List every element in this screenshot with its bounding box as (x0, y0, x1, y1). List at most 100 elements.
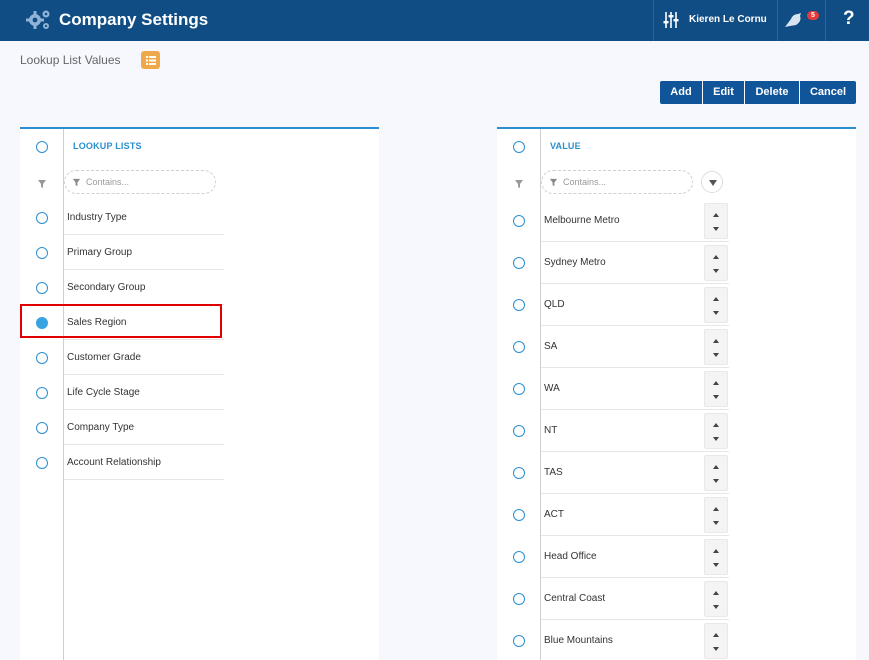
list-icon[interactable] (141, 51, 160, 69)
list-item[interactable]: Account Relationship (20, 445, 379, 480)
chevron-down-icon[interactable] (713, 269, 719, 273)
row-radio[interactable] (513, 215, 525, 227)
reorder-control[interactable] (704, 287, 728, 323)
row-radio[interactable] (513, 467, 525, 479)
chevron-down-icon[interactable] (713, 605, 719, 609)
list-item-label: Central Coast (544, 593, 606, 604)
chevron-down-icon[interactable] (713, 227, 719, 231)
list-item[interactable]: Blue Mountains (497, 620, 856, 660)
row-radio[interactable] (513, 593, 525, 605)
chevron-up-icon[interactable] (713, 423, 719, 427)
cancel-button[interactable]: Cancel (800, 81, 856, 104)
chevron-up-icon[interactable] (713, 381, 719, 385)
list-item[interactable]: NT (497, 410, 856, 452)
help-icon[interactable]: ? (843, 8, 855, 30)
list-item[interactable]: Melbourne Metro (497, 200, 856, 242)
value-search-input[interactable]: Contains... (541, 170, 693, 194)
list-item-label: Life Cycle Stage (67, 387, 140, 398)
chevron-down-icon[interactable] (713, 521, 719, 525)
column-header[interactable]: VALUE (550, 141, 581, 151)
list-item[interactable]: QLD (497, 284, 856, 326)
divider (777, 0, 778, 41)
reorder-control[interactable] (704, 497, 728, 533)
values-panel: VALUE Contains... Melbourne Metro Sydney … (497, 127, 856, 660)
chevron-down-icon[interactable] (713, 353, 719, 357)
list-item[interactable]: Company Type (20, 410, 379, 445)
lookup-search-input[interactable]: Contains... (64, 170, 216, 194)
divider (653, 0, 654, 41)
reorder-control[interactable] (704, 455, 728, 491)
chevron-down-icon[interactable] (713, 311, 719, 315)
bird-icon[interactable] (783, 9, 805, 31)
gears-icon (26, 10, 50, 29)
row-radio[interactable] (513, 635, 525, 647)
chevron-down-icon[interactable] (713, 479, 719, 483)
row-radio[interactable] (513, 341, 525, 353)
row-divider (64, 479, 224, 480)
reorder-control[interactable] (704, 539, 728, 575)
row-radio[interactable] (36, 282, 48, 294)
row-radio[interactable] (36, 422, 48, 434)
list-item-label: Blue Mountains (544, 635, 613, 646)
row-radio[interactable] (36, 212, 48, 224)
reorder-control[interactable] (704, 203, 728, 239)
chevron-up-icon[interactable] (713, 465, 719, 469)
chevron-up-icon[interactable] (713, 339, 719, 343)
chevron-down-icon[interactable] (713, 437, 719, 441)
select-all-radio[interactable] (513, 141, 525, 153)
list-item[interactable]: Secondary Group (20, 270, 379, 305)
sliders-icon[interactable] (662, 11, 680, 29)
row-radio[interactable] (513, 551, 525, 563)
row-radio[interactable] (513, 425, 525, 437)
chevron-up-icon[interactable] (713, 255, 719, 259)
reorder-control[interactable] (704, 581, 728, 617)
row-radio[interactable] (513, 299, 525, 311)
chevron-down-icon[interactable] (713, 395, 719, 399)
list-item[interactable]: Life Cycle Stage (20, 375, 379, 410)
list-item[interactable]: TAS (497, 452, 856, 494)
list-item[interactable]: Customer Grade (20, 340, 379, 375)
reorder-control[interactable] (704, 371, 728, 407)
row-radio[interactable] (513, 257, 525, 269)
edit-button[interactable]: Edit (703, 81, 744, 104)
filter-icon (549, 178, 558, 187)
list-item[interactable]: Primary Group (20, 235, 379, 270)
filter-dropdown-button[interactable] (701, 171, 723, 193)
list-item[interactable]: Central Coast (497, 578, 856, 620)
select-all-radio[interactable] (36, 141, 48, 153)
row-radio[interactable] (513, 509, 525, 521)
user-name[interactable]: Kieren Le Cornu (689, 14, 767, 25)
list-item-label: Customer Grade (67, 352, 141, 363)
chevron-up-icon[interactable] (713, 507, 719, 511)
list-item[interactable]: SA (497, 326, 856, 368)
chevron-down-icon[interactable] (713, 647, 719, 651)
chevron-up-icon[interactable] (713, 297, 719, 301)
row-radio[interactable] (36, 247, 48, 259)
reorder-control[interactable] (704, 245, 728, 281)
row-radio[interactable] (36, 387, 48, 399)
chevron-up-icon[interactable] (713, 213, 719, 217)
list-item[interactable]: Industry Type (20, 200, 379, 235)
reorder-control[interactable] (704, 329, 728, 365)
chevron-down-icon[interactable] (713, 563, 719, 567)
reorder-control[interactable] (704, 623, 728, 659)
reorder-control[interactable] (704, 413, 728, 449)
list-item[interactable]: Head Office (497, 536, 856, 578)
list-item-label: Industry Type (67, 212, 127, 223)
add-button[interactable]: Add (660, 81, 702, 104)
list-item[interactable]: Sydney Metro (497, 242, 856, 284)
row-radio[interactable] (36, 457, 48, 469)
notification-badge: 5 (807, 11, 819, 20)
chevron-up-icon[interactable] (713, 633, 719, 637)
divider (825, 0, 826, 41)
column-header[interactable]: LOOKUP LISTS (73, 141, 142, 151)
list-item[interactable]: WA (497, 368, 856, 410)
list-item-label: SA (544, 341, 558, 352)
list-item-label: Secondary Group (67, 282, 146, 293)
list-item[interactable]: ACT (497, 494, 856, 536)
row-radio[interactable] (36, 352, 48, 364)
chevron-up-icon[interactable] (713, 549, 719, 553)
chevron-up-icon[interactable] (713, 591, 719, 595)
row-radio[interactable] (513, 383, 525, 395)
delete-button[interactable]: Delete (745, 81, 799, 104)
